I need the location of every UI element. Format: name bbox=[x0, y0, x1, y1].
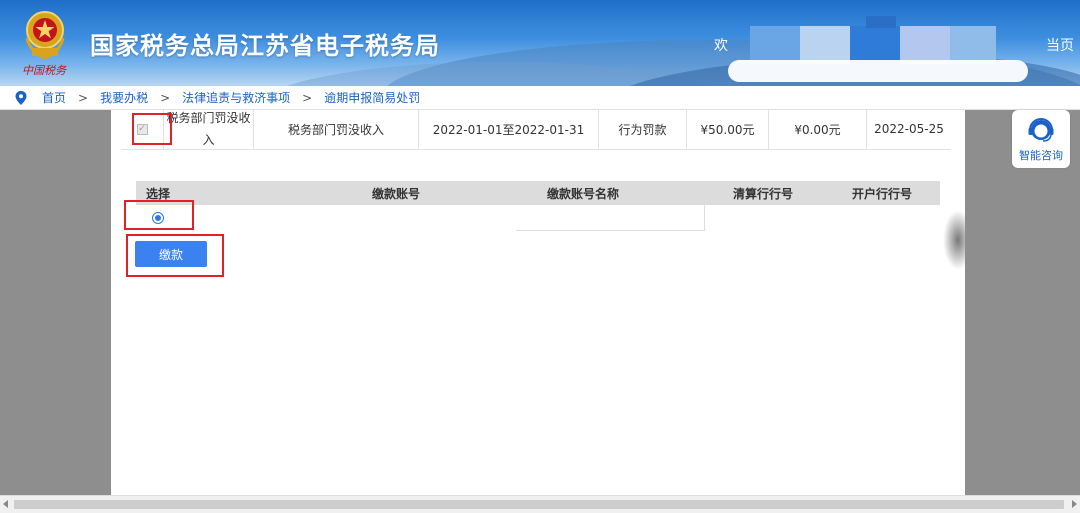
highlight-box bbox=[126, 234, 224, 277]
penalty-type-line2: 入 bbox=[202, 133, 215, 147]
site-title: 国家税务总局江苏省电子税务局 bbox=[90, 32, 440, 60]
scroll-left-icon[interactable] bbox=[3, 500, 8, 508]
redacted-area bbox=[728, 60, 1028, 82]
scrollbar-thumb[interactable] bbox=[14, 500, 1064, 509]
penalty-date-cell: 2022-05-25 bbox=[866, 110, 951, 150]
redacted-area bbox=[866, 16, 896, 28]
breadcrumb: 首页 > 我要办税 > 法律追责与救济事项 > 逾期申报简易处罚 bbox=[0, 86, 1080, 110]
breadcrumb-separator: > bbox=[78, 90, 89, 105]
redacted-area bbox=[750, 26, 800, 64]
emblem-caption: 中国税务 bbox=[22, 64, 66, 77]
col-clearing-bank-no: 清算行行号 bbox=[733, 187, 794, 201]
col-account-name: 缴款账号名称 bbox=[547, 187, 620, 201]
redacted-area bbox=[900, 26, 950, 64]
paid-amount-cell: ¥0.00元 bbox=[768, 110, 866, 150]
redacted-area bbox=[950, 26, 996, 64]
scroll-right-icon[interactable] bbox=[1072, 500, 1077, 508]
smart-consult-label: 智能咨询 bbox=[1019, 149, 1063, 162]
current-page-link[interactable]: 当页 bbox=[1046, 35, 1074, 55]
col-account-no: 缴款账号 bbox=[372, 187, 421, 201]
breadcrumb-separator: > bbox=[160, 90, 171, 105]
breadcrumb-late-filing-penalty[interactable]: 逾期申报简易处罚 bbox=[324, 89, 420, 106]
col-bank-no: 开户行行号 bbox=[852, 187, 913, 201]
account-table-header: 选择 缴款账号 缴款账号名称 清算行行号 开户行行号 bbox=[136, 181, 940, 205]
horizontal-scrollbar[interactable] bbox=[0, 495, 1080, 513]
redacted-area bbox=[850, 26, 900, 64]
penalty-table-row: ✓ 税务部门罚没收 入 税务部门罚没收入 2022-01-01至2022-01-… bbox=[121, 110, 951, 150]
customer-service-icon bbox=[1028, 118, 1054, 142]
cell-border bbox=[516, 230, 704, 231]
cell-border bbox=[704, 205, 705, 231]
highlight-box bbox=[124, 200, 194, 230]
redacted-area bbox=[800, 26, 850, 64]
tax-period-cell: 2022-01-01至2022-01-31 bbox=[418, 110, 598, 150]
redacted-area bbox=[943, 210, 965, 270]
welcome-text: 欢 bbox=[714, 38, 728, 54]
breadcrumb-separator: > bbox=[302, 90, 313, 105]
content-panel: ✓ 税务部门罚没收 入 税务部门罚没收入 2022-01-01至2022-01-… bbox=[111, 110, 965, 495]
site-header: 中国税务 国家税务总局江苏省电子税务局 欢 当页 bbox=[0, 0, 1080, 86]
breadcrumb-legal-remedies[interactable]: 法律追责与救济事项 bbox=[182, 89, 290, 106]
account-table-row[interactable] bbox=[136, 205, 940, 231]
breadcrumb-home[interactable]: 首页 bbox=[42, 89, 66, 106]
penalty-amount-cell: ¥50.00元 bbox=[686, 110, 768, 150]
penalty-type-line1: 税务部门罚没收 bbox=[166, 111, 251, 125]
breadcrumb-tax-services[interactable]: 我要办税 bbox=[100, 89, 148, 106]
penalty-category-cell: 行为罚款 bbox=[598, 110, 686, 150]
highlight-box bbox=[132, 113, 172, 145]
penalty-name-cell: 税务部门罚没收入 bbox=[253, 110, 418, 150]
smart-consult-button[interactable]: 智能咨询 bbox=[1012, 110, 1070, 168]
location-pin-icon bbox=[15, 90, 27, 105]
penalty-type-cell: 税务部门罚没收 入 bbox=[163, 110, 253, 150]
tax-emblem-icon bbox=[25, 11, 65, 60]
